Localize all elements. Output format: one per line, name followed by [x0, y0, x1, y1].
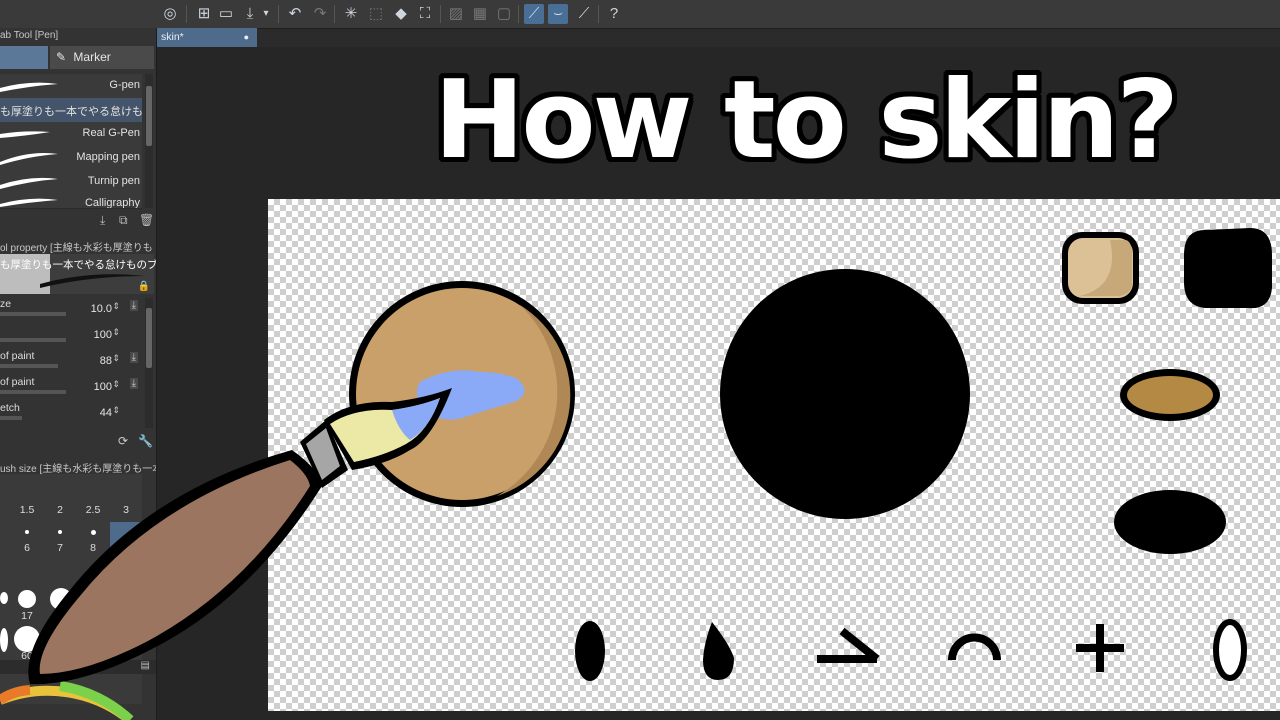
color-wheel-fragment — [0, 681, 134, 720]
paintbrush-illustration — [28, 388, 452, 685]
headline-title: How to skin? — [434, 58, 1179, 183]
skin-ball-illustration — [349, 281, 575, 507]
black-circle-brush-tip — [720, 269, 970, 519]
oval-outline-shape — [1213, 619, 1247, 681]
plus-shape — [1076, 624, 1124, 672]
black-oval-swatch — [1114, 490, 1226, 554]
black-blob-swatch — [1184, 228, 1272, 309]
drop-shape-2 — [703, 622, 734, 680]
angle-shape — [817, 627, 880, 663]
drop-shape-1 — [575, 621, 605, 681]
arc-shape — [948, 633, 1001, 661]
